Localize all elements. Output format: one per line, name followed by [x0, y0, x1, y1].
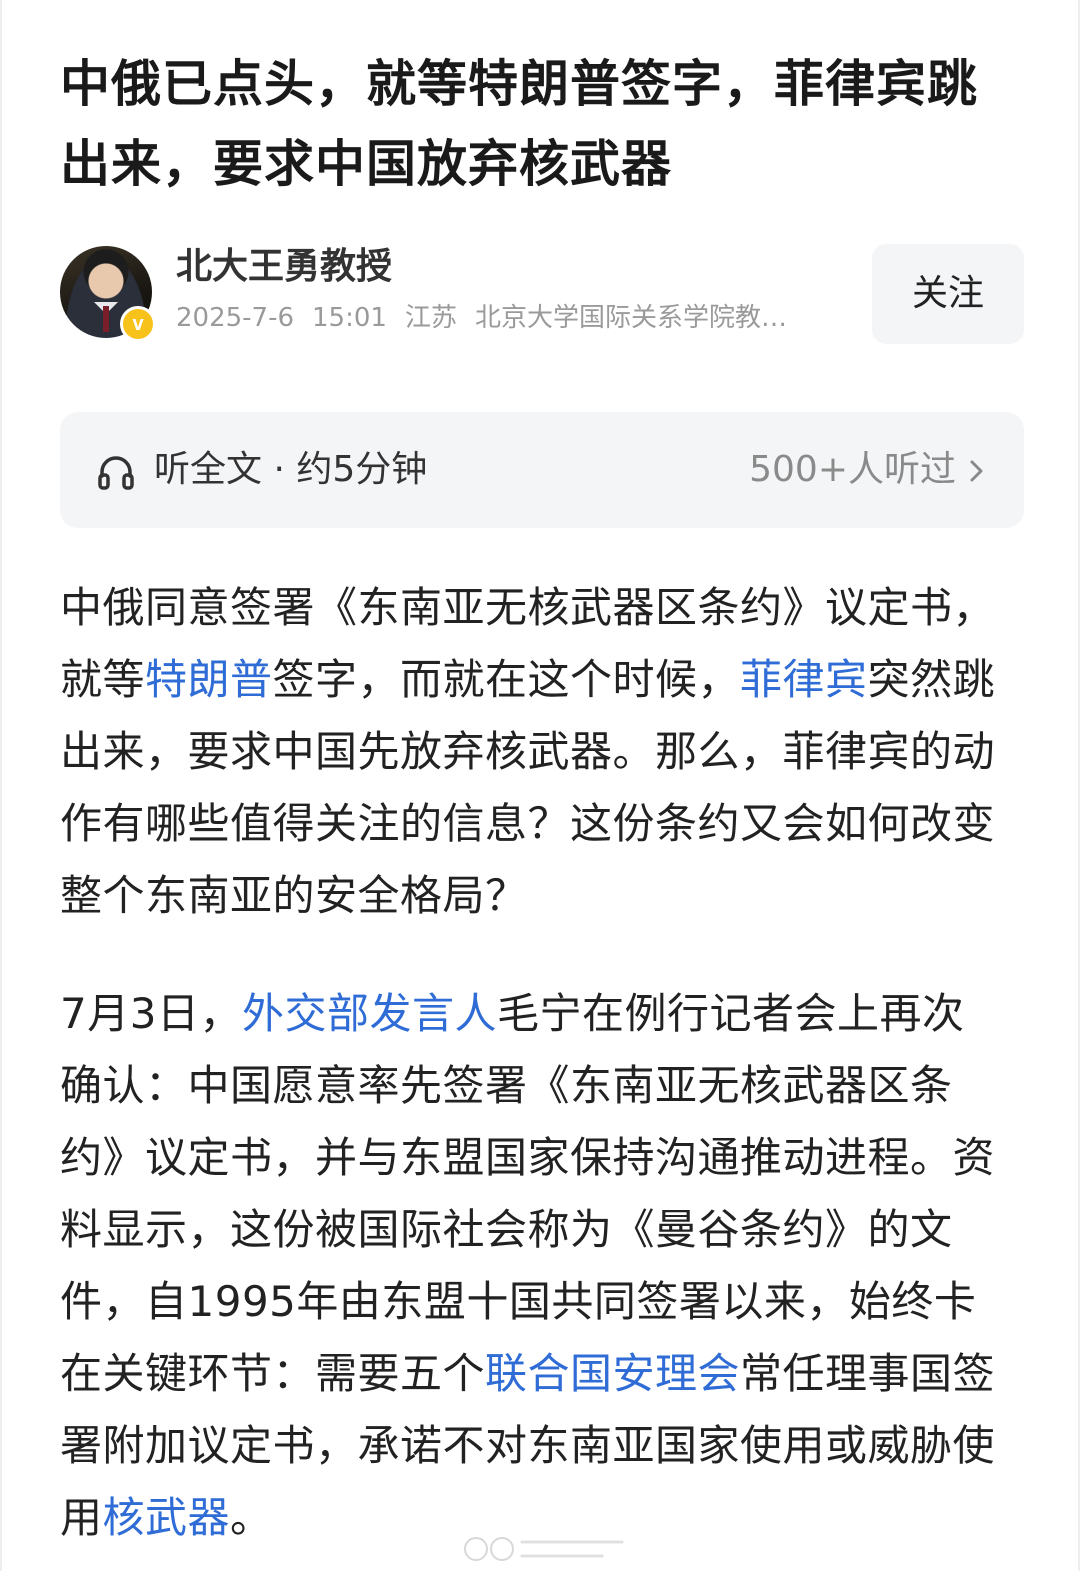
- link-nuclear-weapons[interactable]: 核武器: [103, 1493, 231, 1542]
- paragraph-1: 中俄同意签署《东南亚无核武器区条约》议定书，就等特朗普签字，而就在这个时候，菲律…: [60, 572, 1004, 932]
- author-row: v 北大王勇教授 2025-7-6 15:01 江苏 北京大学国际关系学院教… 关注: [60, 244, 1024, 344]
- paragraph-2-text-2: 毛宁在例行记者会上再次确认：中国愿意率先签署《东南亚无核武器区条约》议定书，并与…: [60, 989, 996, 1398]
- post-meta: 2025-7-6 15:01 江苏 北京大学国际关系学院教…: [176, 300, 805, 336]
- post-date: 2025-7-6: [176, 303, 295, 333]
- listen-full-text-bar[interactable]: 听全文 · 约5分钟 500+人听过: [60, 412, 1024, 528]
- chevron-right-icon: [970, 460, 983, 482]
- paragraph-2-text-1: 7月3日，: [60, 989, 242, 1038]
- headphones-icon: [98, 456, 134, 490]
- post-location: 江苏: [404, 303, 457, 333]
- post-time: 15:01: [312, 303, 387, 333]
- paragraph-2: 7月3日，外交部发言人毛宁在例行记者会上再次确认：中国愿意率先签署《东南亚无核武…: [60, 978, 1004, 1554]
- verified-badge-icon: v: [120, 306, 156, 342]
- watermark-logo-icon: [464, 1537, 624, 1561]
- listen-label: 听全文 · 约5分钟: [154, 449, 428, 490]
- paragraph-2-text-4: 。: [230, 1493, 273, 1542]
- paragraph-1-text-2: 签字，而就在这个时候，: [272, 655, 741, 704]
- link-trump[interactable]: 特朗普: [145, 655, 273, 704]
- link-un-security-council[interactable]: 联合国安理会: [485, 1349, 740, 1398]
- article-title: 中俄已点头，就等特朗普签字，菲律宾跳出来，要求中国放弃核武器: [60, 55, 978, 193]
- article-page: 中俄已点头，就等特朗普签字，菲律宾跳出来，要求中国放弃核武器 v 北大王勇教授 …: [0, 0, 1080, 1571]
- follow-button[interactable]: 关注: [872, 244, 1024, 344]
- link-mfa-spokesperson[interactable]: 外交部发言人: [242, 989, 497, 1038]
- listen-count: 500+人听过: [749, 449, 956, 490]
- author-description: 北京大学国际关系学院教…: [474, 303, 787, 333]
- link-philippines[interactable]: 菲律宾: [740, 655, 868, 704]
- author-name[interactable]: 北大王勇教授: [176, 244, 392, 290]
- avatar-tie: [103, 306, 109, 332]
